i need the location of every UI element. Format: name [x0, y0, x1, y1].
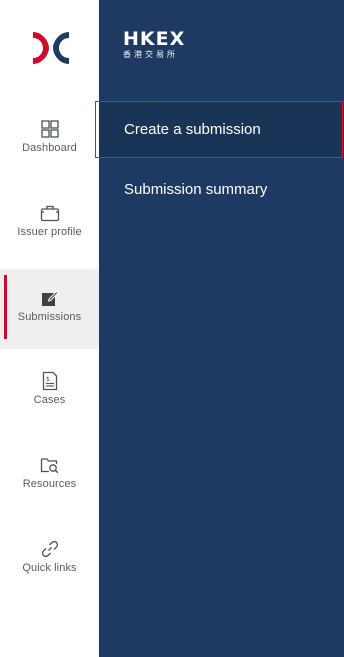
rail-item-label: Issuer profile — [17, 226, 82, 238]
rail-item-dashboard[interactable]: Dashboard — [0, 100, 99, 180]
svg-text:$: $ — [46, 376, 50, 383]
document-icon: $ — [0, 370, 99, 392]
logo-subtext: 香港交易所 — [123, 50, 178, 59]
rail-item-submissions[interactable]: Submissions — [0, 269, 99, 349]
briefcase-icon — [0, 202, 99, 224]
menu-item-create-submission[interactable]: Create a submission — [99, 102, 344, 158]
menu-item-label: Create a submission — [124, 121, 261, 138]
dashboard-grid-icon — [0, 118, 99, 140]
rail-item-cases[interactable]: $ Cases — [0, 352, 99, 432]
rail-item-label: Cases — [33, 394, 66, 406]
rail-item-quick-links[interactable]: Quick links — [0, 520, 99, 600]
rail-item-issuer-profile[interactable]: Issuer profile — [0, 184, 99, 264]
edit-square-icon — [0, 287, 99, 309]
hkex-brand-mark-icon[interactable] — [31, 28, 71, 68]
rail-item-resources[interactable]: Resources — [0, 436, 99, 516]
submenu-panel: HKEX 香港交易所 Create a submission Submissio… — [99, 0, 344, 657]
logo-text: HKEX — [123, 28, 186, 50]
hkex-logo[interactable]: HKEX 香港交易所 — [123, 30, 185, 60]
app-window: Dashboard Issuer profile Submissions $ C… — [0, 0, 344, 657]
rail-item-label: Quick links — [22, 562, 77, 574]
icon-rail: Dashboard Issuer profile Submissions $ C… — [0, 0, 99, 657]
folder-search-icon — [0, 454, 99, 476]
rail-item-label: Submissions — [17, 311, 82, 323]
link-icon — [0, 538, 99, 560]
menu-item-submission-summary[interactable]: Submission summary — [99, 162, 344, 218]
rail-item-label: Dashboard — [22, 142, 77, 154]
rail-item-label: Resources — [22, 478, 77, 490]
menu-item-label: Submission summary — [124, 181, 268, 198]
